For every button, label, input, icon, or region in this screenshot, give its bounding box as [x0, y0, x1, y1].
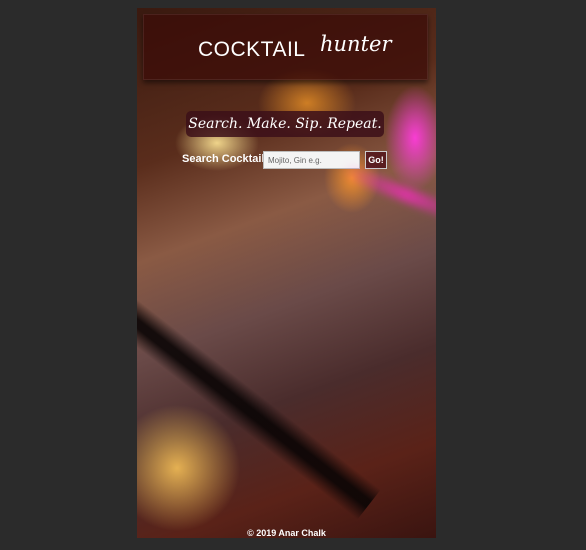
logo-title[interactable]: COCKTAIL: [198, 38, 305, 62]
logo-subtitle[interactable]: hunter: [320, 32, 391, 56]
search-label: Search Cocktail: [182, 153, 265, 165]
app-viewport: COCKTAIL hunter Search. Make. Sip. Repea…: [137, 8, 436, 538]
search-input[interactable]: [263, 151, 360, 169]
site-header: COCKTAIL hunter: [143, 14, 428, 80]
footer-copyright: © 2019 Anar Chalk: [247, 528, 326, 538]
go-button[interactable]: Go!: [365, 151, 387, 169]
tagline: Search. Make. Sip. Repeat.: [186, 111, 384, 137]
